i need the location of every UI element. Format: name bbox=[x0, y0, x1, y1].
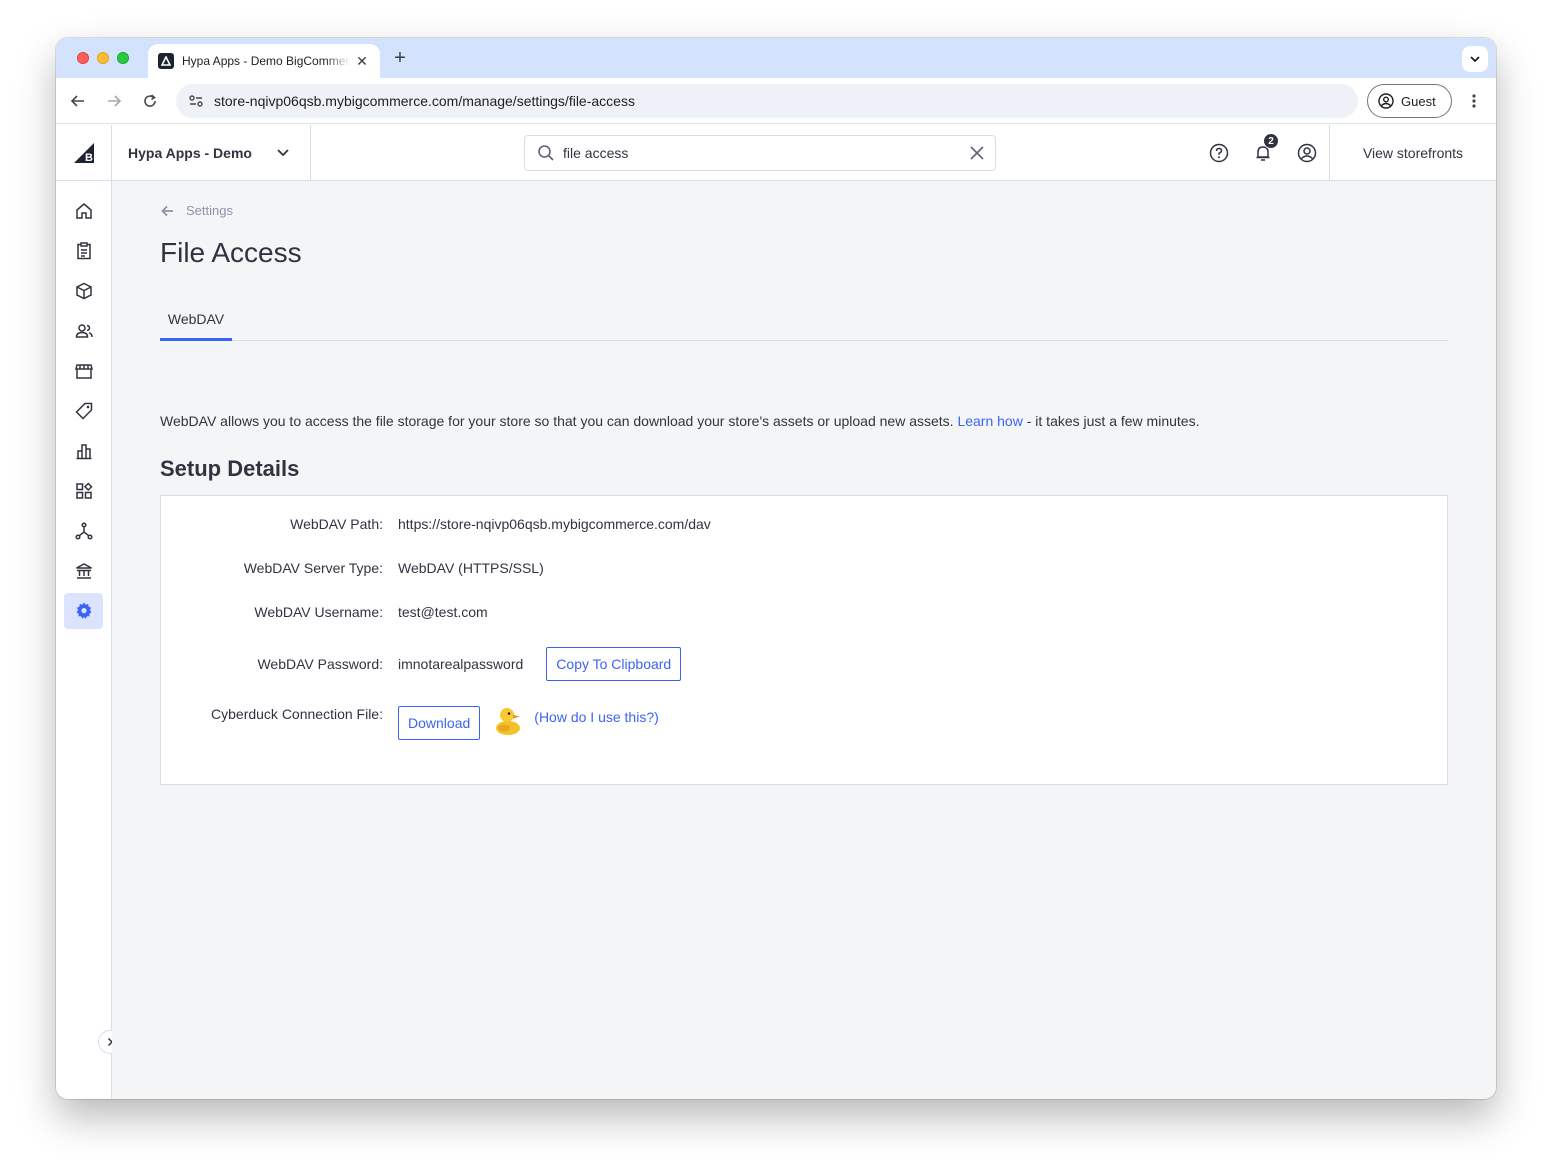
setup-details-panel: WebDAV Path: https://store-nqivp06qsb.my… bbox=[160, 495, 1448, 785]
address-bar[interactable]: store-nqivp06qsb.mybigcommerce.com/manag… bbox=[176, 84, 1358, 118]
minimize-window-button[interactable] bbox=[97, 52, 109, 64]
sidebar-item-products[interactable] bbox=[64, 273, 103, 309]
products-icon bbox=[75, 282, 92, 300]
breadcrumb-settings-link[interactable]: Settings bbox=[186, 203, 233, 218]
cyberduck-label: Cyberduck Connection File: bbox=[211, 706, 383, 722]
search-input[interactable]: file access bbox=[524, 135, 996, 171]
section-title: Setup Details bbox=[160, 456, 300, 481]
intro-text-start: WebDAV allows you to access the file sto… bbox=[160, 413, 958, 429]
webdav-path-value: https://store-nqivp06qsb.mybigcommerce.c… bbox=[398, 516, 711, 532]
webdav-server-type-value: WebDAV (HTTPS/SSL) bbox=[398, 560, 544, 576]
intro-text-end: - it takes just a few minutes. bbox=[1022, 413, 1200, 429]
browser-toolbar: store-nqivp06qsb.mybigcommerce.com/manag… bbox=[56, 78, 1496, 124]
webdav-password-label: WebDAV Password: bbox=[257, 656, 383, 672]
account-icon[interactable] bbox=[1295, 141, 1319, 165]
marketing-icon bbox=[74, 402, 92, 420]
url-text: store-nqivp06qsb.mybigcommerce.com/manag… bbox=[214, 93, 635, 109]
profile-icon bbox=[1378, 93, 1394, 109]
home-icon bbox=[75, 203, 92, 219]
breadcrumb[interactable]: Settings bbox=[160, 203, 233, 218]
learn-how-link[interactable]: Learn how bbox=[957, 413, 1022, 429]
apps-icon bbox=[75, 482, 93, 499]
copy-to-clipboard-button[interactable]: Copy To Clipboard bbox=[546, 647, 682, 681]
webdav-username-value: test@test.com bbox=[398, 604, 488, 620]
tab-title: Hypa Apps - Demo BigCommerce bbox=[182, 54, 350, 68]
sidebar-item-finance[interactable] bbox=[64, 553, 103, 589]
cyberduck-row: Cyberduck Connection File: Download (How… bbox=[161, 704, 1447, 740]
browser-tab[interactable]: Hypa Apps - Demo BigCommerce ✕ bbox=[148, 44, 380, 78]
help-text: (How do I use this?) bbox=[534, 704, 659, 725]
sidebar-item-home[interactable] bbox=[64, 193, 103, 229]
browser-window: Hypa Apps - Demo BigCommerce ✕ + store-n… bbox=[56, 38, 1496, 1099]
finance-icon bbox=[75, 563, 92, 579]
webdav-password-row: WebDAV Password: imnotarealpassword Copy… bbox=[161, 647, 1447, 681]
forward-icon[interactable] bbox=[103, 90, 125, 112]
arrow-left-icon bbox=[161, 205, 173, 216]
webdav-username-row: WebDAV Username: test@test.com bbox=[161, 604, 1447, 620]
chevron-down-icon bbox=[277, 149, 289, 157]
main-content: Settings File Access WebDAV WebDAV allow… bbox=[112, 181, 1496, 1099]
close-window-button[interactable] bbox=[77, 52, 89, 64]
webdav-server-type-label: WebDAV Server Type: bbox=[243, 560, 383, 576]
webdav-server-type-row: WebDAV Server Type: WebDAV (HTTPS/SSL) bbox=[161, 560, 1447, 576]
reload-icon[interactable] bbox=[139, 90, 161, 112]
channels-icon bbox=[74, 522, 93, 540]
sidebar-item-settings[interactable] bbox=[64, 593, 103, 629]
app-header: B Hypa Apps - Demo file access 2 View st… bbox=[56, 125, 1496, 181]
storefront-icon bbox=[74, 364, 93, 379]
back-icon[interactable] bbox=[67, 90, 89, 112]
orders-icon bbox=[76, 242, 91, 260]
new-tab-icon[interactable]: + bbox=[390, 48, 410, 68]
site-settings-icon[interactable] bbox=[186, 91, 206, 111]
sidebar-item-marketing[interactable] bbox=[64, 393, 103, 429]
profile-label: Guest bbox=[1401, 93, 1436, 109]
search-icon bbox=[538, 145, 554, 161]
chevron-down-icon bbox=[1470, 56, 1480, 63]
notifications-icon[interactable]: 2 bbox=[1251, 133, 1279, 165]
analytics-icon bbox=[76, 444, 91, 460]
webdav-path-row: WebDAV Path: https://store-nqivp06qsb.my… bbox=[161, 516, 1447, 532]
webdav-password-value: imnotarealpassword bbox=[398, 656, 524, 672]
store-name: Hypa Apps - Demo bbox=[128, 145, 252, 161]
how-do-i-use-this-link[interactable]: How do I use this? bbox=[539, 709, 654, 725]
tab-search-button[interactable] bbox=[1462, 46, 1488, 72]
help-close-paren: ) bbox=[654, 709, 659, 725]
tab-bar: WebDAV bbox=[160, 301, 1448, 341]
cyberduck-icon bbox=[494, 704, 522, 739]
sidebar-item-channels[interactable] bbox=[64, 513, 103, 549]
tab-webdav[interactable]: WebDAV bbox=[160, 301, 232, 341]
webdav-username-label: WebDAV Username: bbox=[254, 604, 383, 620]
svg-text:B: B bbox=[85, 152, 93, 164]
webdav-path-label: WebDAV Path: bbox=[290, 516, 383, 532]
bigcommerce-favicon-icon bbox=[158, 53, 174, 69]
clear-search-icon[interactable] bbox=[969, 145, 985, 166]
sidebar-nav bbox=[56, 181, 122, 1099]
customers-icon bbox=[75, 324, 93, 338]
help-icon[interactable] bbox=[1207, 141, 1231, 165]
bigcommerce-logo-icon[interactable]: B bbox=[56, 125, 112, 181]
page-title: File Access bbox=[160, 237, 302, 268]
search-value: file access bbox=[563, 145, 629, 161]
profile-button[interactable]: Guest bbox=[1367, 84, 1452, 118]
maximize-window-button[interactable] bbox=[117, 52, 129, 64]
sidebar-item-customers[interactable] bbox=[64, 313, 103, 349]
browser-menu-icon[interactable] bbox=[1464, 90, 1484, 112]
sidebar-item-orders[interactable] bbox=[64, 233, 103, 269]
intro-text: WebDAV allows you to access the file sto… bbox=[160, 413, 1199, 429]
store-switcher[interactable]: Hypa Apps - Demo bbox=[112, 125, 311, 181]
tab-close-icon[interactable]: ✕ bbox=[354, 53, 370, 70]
sidebar-item-apps[interactable] bbox=[64, 473, 103, 509]
notification-badge: 2 bbox=[1263, 133, 1279, 149]
settings-icon bbox=[75, 602, 92, 619]
download-button[interactable]: Download bbox=[398, 706, 481, 740]
sidebar-item-analytics[interactable] bbox=[64, 433, 103, 469]
tab-strip: Hypa Apps - Demo BigCommerce ✕ + bbox=[56, 38, 1496, 78]
sidebar-item-storefront[interactable] bbox=[64, 353, 103, 389]
view-storefronts-button[interactable]: View storefronts bbox=[1329, 125, 1496, 181]
